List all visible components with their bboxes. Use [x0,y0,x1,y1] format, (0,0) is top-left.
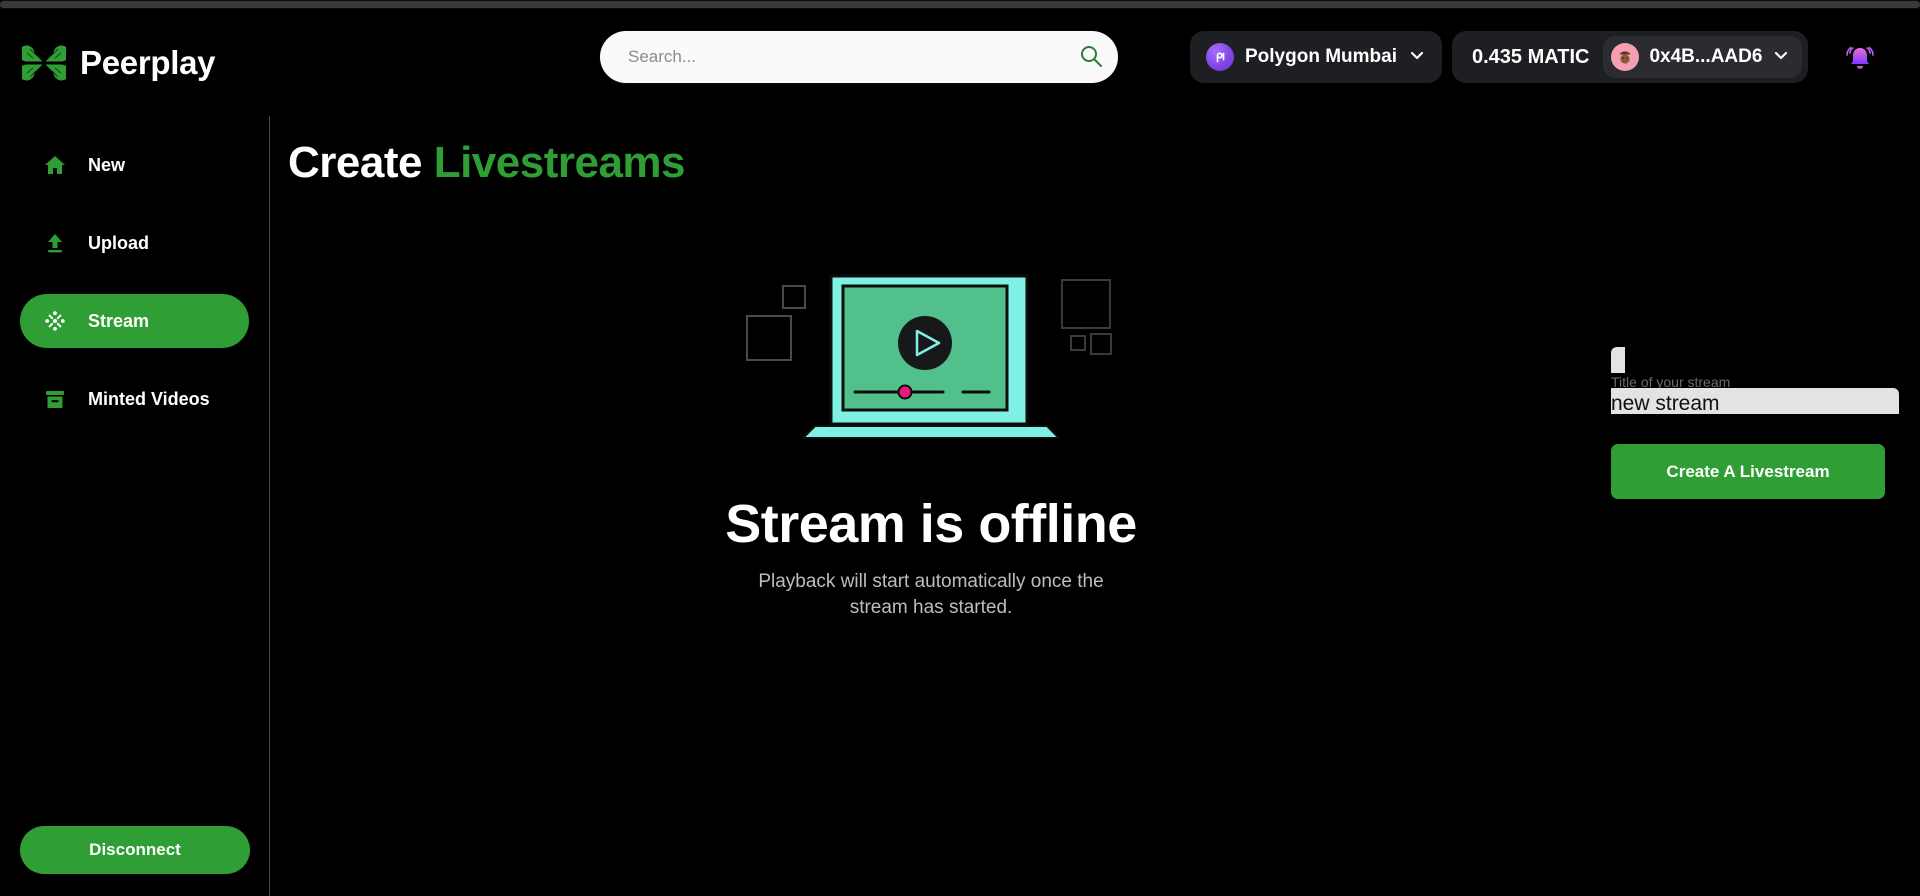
sidebar-item-new[interactable]: New [20,138,249,192]
wallet-address-chip[interactable]: 0x4B...AAD6 [1603,36,1803,78]
create-livestream-panel: Title of your stream Create A Livestream [1611,347,1899,499]
sidebar-item-label: Upload [88,232,149,253]
bell-icon [1843,46,1877,79]
sidebar-item-minted-videos[interactable]: Minted Videos [20,372,249,426]
page-title-accent: Livestreams [433,138,686,187]
network-label: Polygon Mumbai [1245,46,1397,67]
search-bar[interactable] [600,31,1118,83]
stream-title-input[interactable] [1611,390,1885,416]
sidebar-item-label: Minted Videos [88,388,210,409]
notifications-button[interactable] [1843,41,1877,80]
sidebar-item-label: Stream [88,310,150,331]
page-title-primary: Create [288,138,422,187]
brand-name: Peerplay [80,43,216,81]
app-root: Peerplay Polygon Mumbai [0,0,1920,896]
horizontal-scrollbar[interactable] [0,0,1920,9]
network-selector[interactable]: Polygon Mumbai [1190,31,1442,83]
chevron-down-icon [1772,46,1790,69]
user-avatar-icon [1611,43,1640,71]
stream-offline-subtitle: Playback will start automatically once t… [758,571,1104,618]
peerplay-cross-logo-icon [18,41,70,85]
search-button[interactable] [1064,31,1118,83]
create-livestream-button[interactable]: Create A Livestream [1611,444,1885,499]
sidebar-item-upload[interactable]: Upload [20,216,249,270]
scrollbar-thumb[interactable] [0,1,1920,8]
search-icon [1078,43,1104,72]
stream-burst-icon [42,308,68,334]
sidebar: New Upload Stream Minted Videos Disconne… [0,116,270,896]
stream-offline-title: Stream is offline [725,494,1137,554]
app-header: Peerplay Polygon Mumbai [0,9,1920,116]
sidebar-item-label: New [88,154,126,175]
page-title: Create Livestreams [288,138,1920,188]
sidebar-nav: New Upload Stream Minted Videos [0,116,269,426]
stream-title-label: Title of your stream [1611,374,1731,390]
search-input[interactable] [600,47,1064,67]
chevron-down-icon [1408,46,1426,69]
brand[interactable]: Peerplay [18,41,272,85]
laptop-video-player-illustration-icon [731,266,1131,451]
wallet-button[interactable]: 0.435 MATIC 0x4B...AAD6 [1452,31,1809,83]
disconnect-button[interactable]: Disconnect [20,826,250,874]
upload-icon [42,230,68,256]
wallet-address: 0x4B...AAD6 [1649,46,1763,67]
home-icon [42,152,68,178]
stream-title-field[interactable]: Title of your stream [1611,347,1899,416]
stream-player: Stream is offline Playback will start au… [271,266,1591,706]
wallet-balance: 0.435 MATIC [1472,45,1590,68]
main-content: Create Livestreams Stream is offline Pla… [271,116,1920,896]
archive-box-icon [42,386,68,412]
polygon-icon [1206,43,1234,71]
sidebar-item-stream[interactable]: Stream [20,294,249,348]
